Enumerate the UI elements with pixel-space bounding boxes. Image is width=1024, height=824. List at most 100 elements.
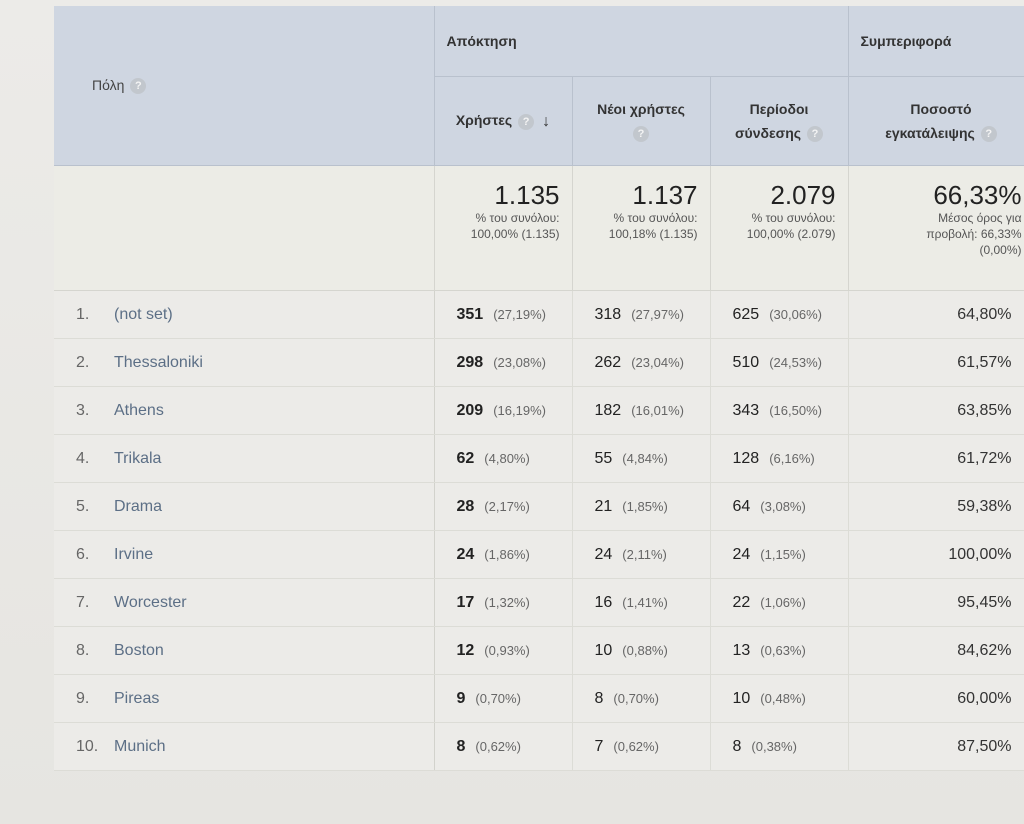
city-link[interactable]: Pireas (114, 690, 159, 707)
new-users-cell: 7 (0,62%) (572, 722, 711, 771)
column-header-new-users[interactable]: Νέοι χρήστες? (572, 76, 711, 166)
bounce-rate-cell: 60,00% (848, 674, 1024, 723)
total-users-share: 100,00% (1.135) (470, 227, 560, 241)
row-number: 5. (76, 497, 90, 515)
bounce-rate-cell: 64,80% (848, 290, 1024, 339)
sessions-value: 24 (732, 545, 751, 563)
users-cell: 8 (0,62%) (434, 722, 573, 771)
city-cell: 8. Boston (54, 626, 435, 675)
help-icon[interactable]: ? (980, 126, 997, 143)
sessions-percent: (16,50%) (769, 402, 822, 418)
sessions-cell: 625 (30,06%) (710, 290, 849, 339)
table-row: 4. Trikala 62 (4,80%) 55 (4,84%) 128 (6,16%) 61,… (54, 434, 1024, 483)
users-cell: 17 (1,32%) (434, 578, 573, 627)
city-cell: 5. Drama (54, 482, 435, 531)
total-new-users-share: 100,18% (1.135) (608, 227, 698, 241)
column-header-bounce-rate[interactable]: Ποσοστό εγκατάλειψης? (848, 76, 1024, 166)
help-icon[interactable]: ? (807, 126, 824, 143)
sessions-value: 22 (732, 593, 751, 611)
help-icon[interactable]: ? (633, 126, 649, 143)
new-users-percent: (1,85%) (622, 498, 668, 514)
sessions-header-label-line2: σύνδεσης (734, 125, 802, 141)
bounce-rate-cell: 87,50% (848, 722, 1024, 771)
city-link[interactable]: Irvine (114, 546, 153, 563)
table-row: 2. Thessaloniki 298 (23,08%) 262 (23,04%) 510 (… (54, 338, 1024, 387)
sessions-percent: (0,48%) (760, 690, 806, 706)
table-row: 5. Drama 28 (2,17%) 21 (1,85%) 64 (3,08%) 59,38% (54, 482, 1024, 531)
city-link[interactable]: (not set) (114, 306, 173, 323)
new-users-percent: (2,11%) (622, 546, 667, 562)
new-users-cell: 318 (27,97%) (572, 290, 711, 339)
city-cell: 9. Pireas (54, 674, 435, 723)
new-users-cell: 182 (16,01%) (572, 386, 711, 435)
sessions-header-label-line1: Περίοδοι (749, 101, 809, 117)
table-row: 9. Pireas 9 (0,70%) 8 (0,70%) 10 (0,48%) 60,00% (54, 674, 1024, 723)
help-icon[interactable]: ? (518, 113, 535, 130)
users-value: 351 (456, 305, 484, 323)
sessions-percent: (30,06%) (769, 306, 822, 322)
new-users-cell: 16 (1,41%) (572, 578, 711, 627)
sessions-cell: 8 (0,38%) (710, 722, 849, 771)
sessions-cell: 64 (3,08%) (710, 482, 849, 531)
column-header-city[interactable]: Πόλη? (54, 6, 435, 166)
users-value: 298 (456, 353, 484, 371)
users-percent: (16,19%) (493, 402, 546, 418)
city-link[interactable]: Munich (114, 738, 166, 755)
total-users: 1.135 % του συνόλου: 100,00% (1.135) (434, 165, 573, 291)
users-cell: 9 (0,70%) (434, 674, 573, 723)
new-users-value: 318 (594, 305, 622, 323)
total-sessions-value: 2.079 (770, 180, 836, 210)
new-users-percent: (1,41%) (622, 594, 668, 610)
bounce-rate-cell: 63,85% (848, 386, 1024, 435)
sessions-value: 128 (732, 449, 760, 467)
users-cell: 28 (2,17%) (434, 482, 573, 531)
users-percent: (0,93%) (484, 642, 530, 658)
sessions-cell: 13 (0,63%) (710, 626, 849, 675)
city-cell: 4. Trikala (54, 434, 435, 483)
table-row: 3. Athens 209 (16,19%) 182 (16,01%) 343 (16,50%… (54, 386, 1024, 435)
bounce-header-label-line2: εγκατάλειψης (885, 125, 975, 141)
new-users-cell: 21 (1,85%) (572, 482, 711, 531)
sort-descending-icon[interactable]: ↓ (542, 110, 550, 134)
city-link[interactable]: Athens (114, 402, 164, 419)
users-value: 8 (456, 737, 466, 755)
city-link[interactable]: Drama (114, 498, 162, 515)
new-users-value: 16 (594, 593, 613, 611)
sessions-value: 510 (732, 353, 760, 371)
city-cell: 7. Worcester (54, 578, 435, 627)
users-value: 9 (456, 689, 466, 707)
bounce-rate-cell: 84,62% (848, 626, 1024, 675)
city-link[interactable]: Thessaloniki (114, 354, 203, 371)
new-users-cell: 262 (23,04%) (572, 338, 711, 387)
users-header-label: Χρήστες (455, 112, 513, 129)
sessions-percent: (6,16%) (769, 450, 815, 466)
analytics-page: Πόλη? Απόκτηση Συμπεριφορά Χρήστες? ↓ Νέο… (0, 0, 1024, 824)
new-users-percent: (23,04%) (631, 354, 684, 370)
sessions-value: 625 (732, 305, 760, 323)
new-users-cell: 10 (0,88%) (572, 626, 711, 675)
city-link[interactable]: Boston (114, 642, 164, 659)
new-users-header-label: Νέοι χρήστες (597, 101, 685, 117)
city-link[interactable]: Trikala (114, 450, 161, 467)
sessions-value: 10 (732, 689, 751, 707)
sessions-cell: 343 (16,50%) (710, 386, 849, 435)
new-users-cell: 55 (4,84%) (572, 434, 711, 483)
new-users-value: 55 (594, 449, 613, 467)
bounce-rate-cell: 100,00% (848, 530, 1024, 579)
bounce-rate-cell: 95,45% (848, 578, 1024, 627)
help-icon[interactable]: ? (130, 78, 147, 95)
total-users-caption: % του συνόλου: (475, 211, 560, 225)
users-cell: 62 (4,80%) (434, 434, 573, 483)
column-header-sessions[interactable]: Περίοδοι σύνδεσης? (710, 76, 849, 166)
sessions-cell: 24 (1,15%) (710, 530, 849, 579)
city-report-table: Πόλη? Απόκτηση Συμπεριφορά Χρήστες? ↓ Νέο… (54, 6, 1024, 771)
new-users-value: 10 (594, 641, 613, 659)
group-header-behavior: Συμπεριφορά (848, 6, 1024, 77)
city-cell: 3. Athens (54, 386, 435, 435)
total-new-users-caption: % του συνόλου: (613, 211, 698, 225)
city-link[interactable]: Worcester (114, 594, 187, 611)
column-header-users[interactable]: Χρήστες? ↓ (434, 76, 573, 166)
total-bounce-delta: (0,00%) (979, 243, 1022, 257)
table-row: 1. (not set) 351 (27,19%) 318 (27,97%) 625 (30,… (54, 290, 1024, 339)
row-number: 7. (76, 593, 90, 611)
